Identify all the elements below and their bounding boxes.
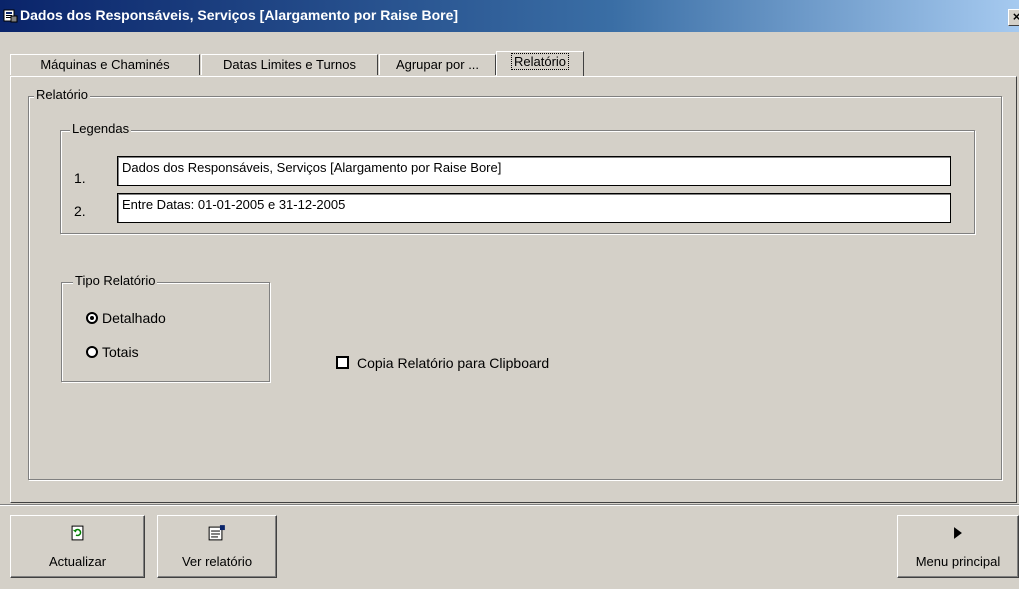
legend-row-2-number: 2.: [74, 203, 86, 219]
refresh-icon: [71, 525, 84, 541]
tab-label: Agrupar por ...: [395, 57, 480, 72]
menu-principal-button[interactable]: Menu principal: [897, 515, 1019, 578]
radio-selected-dot: [90, 316, 94, 320]
close-button[interactable]: ×: [1008, 9, 1019, 26]
legend-1-input[interactable]: Dados dos Responsáveis, Serviços [Alarga…: [117, 156, 951, 186]
menu-principal-label: Menu principal: [915, 554, 1001, 569]
ver-relatorio-button[interactable]: Ver relatório: [157, 515, 277, 578]
relatorio-group-label: Relatório: [34, 87, 91, 102]
actualizar-button[interactable]: Actualizar: [10, 515, 145, 578]
radio-totais-indicator: [86, 346, 98, 358]
radio-detalhado-label: Detalhado: [102, 310, 166, 326]
tab-relatorio[interactable]: Relatório: [496, 51, 584, 76]
copy-to-clipboard-checkbox[interactable]: Copia Relatório para Clipboard: [336, 354, 596, 372]
title-bar: Dados dos Responsáveis, Serviços [Alarga…: [0, 0, 1019, 32]
close-icon: ×: [1012, 9, 1019, 24]
divider: [0, 504, 1019, 506]
radio-detalhado[interactable]: Detalhado: [86, 310, 236, 328]
tab-maquinas-chamines[interactable]: Máquinas e Chaminés: [10, 54, 200, 75]
ver-relatorio-label: Ver relatório: [181, 554, 253, 569]
tab-label: Relatório: [510, 53, 570, 70]
tab-datas-limites-turnos[interactable]: Datas Limites e Turnos: [201, 54, 378, 75]
radio-totais[interactable]: Totais: [86, 344, 236, 362]
radio-totais-label: Totais: [102, 344, 139, 360]
legend-2-input[interactable]: Entre Datas: 01-01-2005 e 31-12-2005: [117, 193, 951, 223]
window-title: Dados dos Responsáveis, Serviços [Alarga…: [20, 7, 459, 23]
tipo-relatorio-group: [61, 282, 270, 382]
actualizar-label: Actualizar: [48, 554, 107, 569]
checkbox-box: [336, 356, 349, 369]
tab-agrupar-por[interactable]: Agrupar por ...: [379, 54, 496, 75]
app-icon: [3, 9, 18, 23]
legendas-group-label: Legendas: [70, 121, 132, 136]
play-arrow-icon: [954, 527, 962, 539]
tipo-relatorio-group-label: Tipo Relatório: [73, 273, 158, 288]
tab-label: Datas Limites e Turnos: [223, 57, 356, 72]
legend-row-1-number: 1.: [74, 170, 86, 186]
radio-detalhado-indicator: [86, 312, 98, 324]
copy-to-clipboard-label: Copia Relatório para Clipboard: [357, 355, 550, 371]
tab-label: Máquinas e Chaminés: [40, 57, 170, 72]
report-icon: [208, 525, 225, 541]
